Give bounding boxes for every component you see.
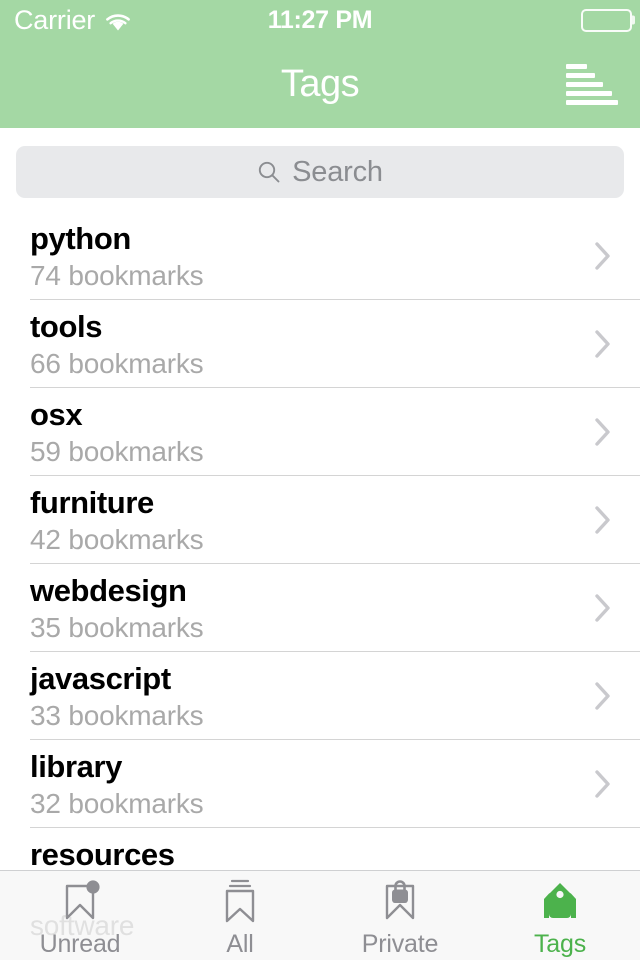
- battery-icon: [581, 8, 635, 32]
- tag-name: python: [30, 220, 131, 256]
- bookmark-count: 59 bookmarks: [30, 435, 204, 467]
- row-text: javascript 33 bookmarks: [30, 652, 204, 740]
- tab-all[interactable]: All: [160, 871, 320, 960]
- sort-line: [566, 99, 618, 105]
- row-text: osx 59 bookmarks: [30, 388, 204, 476]
- chevron-right-icon: [592, 678, 614, 714]
- nav-bar: Tags: [0, 40, 640, 128]
- tags-list[interactable]: python 74 bookmarks tools 66 bookmarks o…: [0, 212, 640, 872]
- tab-private[interactable]: Private: [320, 871, 480, 960]
- status-bar-time: 11:27 PM: [267, 5, 373, 34]
- sort-lines-icon[interactable]: [566, 61, 618, 107]
- status-bar: Carrier 11:27 PM: [0, 0, 640, 40]
- table-row[interactable]: python 74 bookmarks: [0, 212, 640, 300]
- table-row[interactable]: javascript 33 bookmarks: [0, 652, 640, 740]
- sort-line: [566, 72, 595, 78]
- tab-label: Tags: [533, 930, 586, 958]
- sort-line: [566, 63, 587, 69]
- row-text: tools 66 bookmarks: [30, 300, 204, 388]
- search-input[interactable]: Search: [16, 146, 624, 198]
- table-row[interactable]: webdesign 35 bookmarks: [0, 564, 640, 652]
- bookmark-badge-icon: [53, 877, 107, 927]
- tab-tags[interactable]: Tags: [480, 871, 640, 960]
- app-screen: Carrier 11:27 PM Tags Search python 74 b…: [0, 0, 640, 960]
- chevron-right-icon: [592, 502, 614, 538]
- row-text: furniture 42 bookmarks: [30, 476, 204, 564]
- tag-name: javascript: [30, 660, 171, 696]
- tag-name: library: [30, 748, 122, 784]
- tab-unread[interactable]: Unread: [0, 871, 160, 960]
- table-row[interactable]: furniture 42 bookmarks: [0, 476, 640, 564]
- bookmark-count: 74 bookmarks: [30, 259, 204, 291]
- tag-name: webdesign: [30, 572, 187, 608]
- row-text: python 74 bookmarks: [30, 212, 204, 300]
- tag-name: osx: [30, 396, 83, 432]
- tab-label: Unread: [39, 930, 121, 958]
- search-bar-container: Search: [0, 128, 640, 212]
- table-row[interactable]: osx 59 bookmarks: [0, 388, 640, 476]
- bookmark-count: 66 bookmarks: [30, 347, 204, 379]
- table-row[interactable]: resources software: [0, 828, 640, 872]
- search-placeholder: Search: [292, 155, 383, 188]
- sort-line: [566, 81, 604, 87]
- tab-bar: Unread All Private Tags: [0, 870, 640, 960]
- status-bar-right: [581, 8, 635, 32]
- chevron-right-icon: [592, 238, 614, 274]
- chevron-right-icon: [592, 590, 614, 626]
- tag-name: resources: [30, 836, 175, 872]
- row-text: webdesign 35 bookmarks: [30, 564, 204, 652]
- bookmark-lock-icon: [373, 877, 427, 927]
- search-icon: [257, 160, 281, 184]
- battery-cap: [632, 15, 635, 25]
- tab-label: Private: [361, 930, 439, 958]
- bookmark-count: 32 bookmarks: [30, 787, 204, 819]
- tab-label: All: [226, 930, 254, 958]
- row-text: resources software: [30, 828, 175, 872]
- tag-name: furniture: [30, 484, 154, 520]
- bookmark-count: 33 bookmarks: [30, 699, 204, 731]
- bookmark-count: 42 bookmarks: [30, 523, 204, 555]
- table-row[interactable]: tools 66 bookmarks: [0, 300, 640, 388]
- sort-line: [566, 90, 612, 96]
- chevron-right-icon: [592, 766, 614, 802]
- tags-icon: [533, 877, 587, 927]
- tag-name: tools: [30, 308, 103, 344]
- bookmark-stack-icon: [213, 877, 267, 927]
- chevron-right-icon: [592, 326, 614, 362]
- page-title: Tags: [280, 62, 360, 105]
- table-row[interactable]: library 32 bookmarks: [0, 740, 640, 828]
- row-text: library 32 bookmarks: [30, 740, 204, 828]
- bookmark-count: 35 bookmarks: [30, 611, 204, 643]
- chevron-right-icon: [592, 414, 614, 450]
